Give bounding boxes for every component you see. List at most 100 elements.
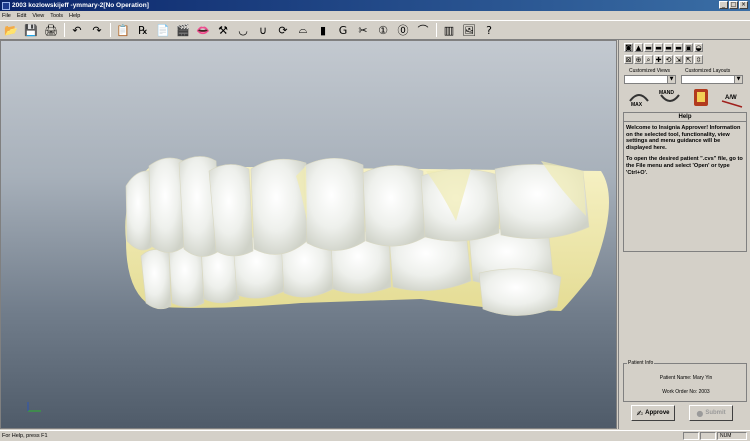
chevron-down-icon: ▼ xyxy=(734,76,742,83)
help-icon: ? xyxy=(486,23,492,37)
maximize-button[interactable]: □ xyxy=(729,1,738,9)
view-tool-3-icon[interactable]: ▬ xyxy=(644,43,653,52)
axis-indicator xyxy=(27,402,41,412)
close-button[interactable]: × xyxy=(739,1,748,9)
view-tool-8-icon[interactable]: ◒ xyxy=(694,43,703,52)
nav-tool-4-icon[interactable]: ✚ xyxy=(654,55,663,64)
save-button[interactable]: 💾 xyxy=(23,22,39,38)
max-arch-icon: MAX xyxy=(628,94,649,108)
arch-button[interactable]: ◡ xyxy=(235,22,251,38)
clapperboard-button[interactable]: 🎬 xyxy=(175,22,191,38)
t0-button[interactable]: ⓪ xyxy=(395,22,411,38)
image-button[interactable]: 🖼 xyxy=(461,22,477,38)
mand-arch-button[interactable]: MAND xyxy=(658,87,682,109)
patient-info-box: Patient Info Patient Name: Mary Yin Work… xyxy=(623,360,747,402)
submit-icon: ● xyxy=(696,408,704,418)
help-panel: Help Welcome to Insignia Approver! Infor… xyxy=(623,112,747,252)
tooth-model-icon xyxy=(693,89,708,106)
t1-icon: ① xyxy=(378,23,388,37)
print-button[interactable]: 🖨 xyxy=(43,22,59,38)
ipr-button[interactable]: ⌒ xyxy=(415,22,431,38)
notes-button[interactable]: 📋 xyxy=(115,22,131,38)
toolbar-separator xyxy=(436,23,437,37)
view-tool-4-icon[interactable]: ▬ xyxy=(654,43,663,52)
prescription-icon: ℞ xyxy=(138,23,148,37)
view-tool-7-icon[interactable]: ▣ xyxy=(684,43,693,52)
work-order: Work Order No: 2003 xyxy=(662,389,710,395)
minimize-button[interactable]: _ xyxy=(719,1,728,9)
title-bar: 2003 kozlowskijeff -ymmary-2[No Operatio… xyxy=(0,0,750,11)
help-button[interactable]: ? xyxy=(481,22,497,38)
approve-button[interactable]: ✍ Approve xyxy=(631,405,675,421)
prescription-button[interactable]: ℞ xyxy=(135,22,151,38)
help-paragraph: To open the desired patient ".cvs" file,… xyxy=(626,156,743,176)
undo-button[interactable]: ↶ xyxy=(69,22,85,38)
aw-button[interactable]: A/W xyxy=(720,87,744,109)
g-button[interactable]: G xyxy=(335,22,351,38)
view-tools-row: ◙ ▲ ▬ ▬ ▬ ▬ ▣ ◒ xyxy=(624,43,703,52)
toolbar-separator xyxy=(110,23,111,37)
menu-view[interactable]: View xyxy=(32,13,44,19)
nav-tool-2-icon[interactable]: ⊕ xyxy=(634,55,643,64)
window-title: 2003 kozlowskijeff -ymmary-2[No Operatio… xyxy=(12,2,149,9)
tooth-model-button[interactable] xyxy=(689,87,713,109)
nav-tool-5-icon[interactable]: ⟲ xyxy=(664,55,673,64)
nav-tool-7-icon[interactable]: ⇱ xyxy=(684,55,693,64)
curve-icon: ∪ xyxy=(258,23,268,37)
status-pane xyxy=(683,432,699,440)
model-viewport[interactable] xyxy=(0,40,617,429)
submit-button[interactable]: ● Submit xyxy=(689,405,733,421)
clapperboard-icon: 🎬 xyxy=(176,23,190,37)
window-controls: _ □ × xyxy=(719,1,748,9)
jaw-button[interactable]: ⌓ xyxy=(295,22,311,38)
dental-arch-model[interactable] xyxy=(1,41,617,429)
form-icon: 📄 xyxy=(156,23,170,37)
rotate-button[interactable]: ⟳ xyxy=(275,22,291,38)
open-folder-button[interactable]: 📂 xyxy=(3,22,19,38)
menu-file[interactable]: File xyxy=(2,13,11,19)
layout-button[interactable]: ▥ xyxy=(441,22,457,38)
help-paragraph: Welcome to Insignia Approver! Informatio… xyxy=(626,125,741,151)
aw-icon: A/W xyxy=(721,95,742,108)
t0-icon: ⓪ xyxy=(397,24,409,37)
jaw-icon: ⌓ xyxy=(298,23,308,36)
tooth-button[interactable]: ▮ xyxy=(315,22,331,38)
view-tool-6-icon[interactable]: ▬ xyxy=(674,43,683,52)
save-icon: 💾 xyxy=(24,23,38,37)
lips-button[interactable]: 👄 xyxy=(195,22,211,38)
pliers-button[interactable]: ⚒ xyxy=(215,22,231,38)
ipr-icon: ⌒ xyxy=(417,24,429,37)
app-icon xyxy=(2,1,10,10)
help-text: Welcome to Insignia Approver! Informatio… xyxy=(624,122,746,176)
submit-label: Submit xyxy=(705,410,726,416)
status-bar: For Help, press F1 NUM xyxy=(0,430,750,441)
scissors-button[interactable]: ✂ xyxy=(355,22,371,38)
customized-layouts-select[interactable]: ▼ xyxy=(681,75,743,84)
redo-button[interactable]: ↷ xyxy=(89,22,105,38)
form-button[interactable]: 📄 xyxy=(155,22,171,38)
print-icon: 🖨 xyxy=(44,23,58,37)
nav-tool-6-icon[interactable]: ⇲ xyxy=(674,55,683,64)
menu-tools[interactable]: Tools xyxy=(50,13,63,19)
redo-icon: ↷ xyxy=(92,23,102,37)
nav-tool-8-icon[interactable]: ⇳ xyxy=(694,55,703,64)
t1-button[interactable]: ① xyxy=(375,22,391,38)
menu-help[interactable]: Help xyxy=(69,13,80,19)
scissors-icon: ✂ xyxy=(358,23,368,37)
view-tool-1-icon[interactable]: ◙ xyxy=(624,43,633,52)
mand-arch-icon: MAND xyxy=(659,90,680,102)
layout-icon: ▥ xyxy=(443,23,455,37)
approve-label: Approve xyxy=(645,410,670,416)
rotate-icon: ⟳ xyxy=(278,23,288,37)
max-arch-button[interactable]: MAX xyxy=(627,87,651,109)
view-tool-5-icon[interactable]: ▬ xyxy=(664,43,673,52)
curve-button[interactable]: ∪ xyxy=(255,22,271,38)
nav-tool-1-icon[interactable]: ⊠ xyxy=(624,55,633,64)
customized-views-select[interactable]: ▼ xyxy=(624,75,676,84)
image-icon: 🖼 xyxy=(462,23,476,37)
menu-edit[interactable]: Edit xyxy=(17,13,26,19)
g-icon: G xyxy=(338,23,348,37)
arch-icon: ◡ xyxy=(238,23,248,37)
view-tool-2-icon[interactable]: ▲ xyxy=(634,43,643,52)
nav-tool-3-icon[interactable]: ⌕ xyxy=(644,55,653,64)
